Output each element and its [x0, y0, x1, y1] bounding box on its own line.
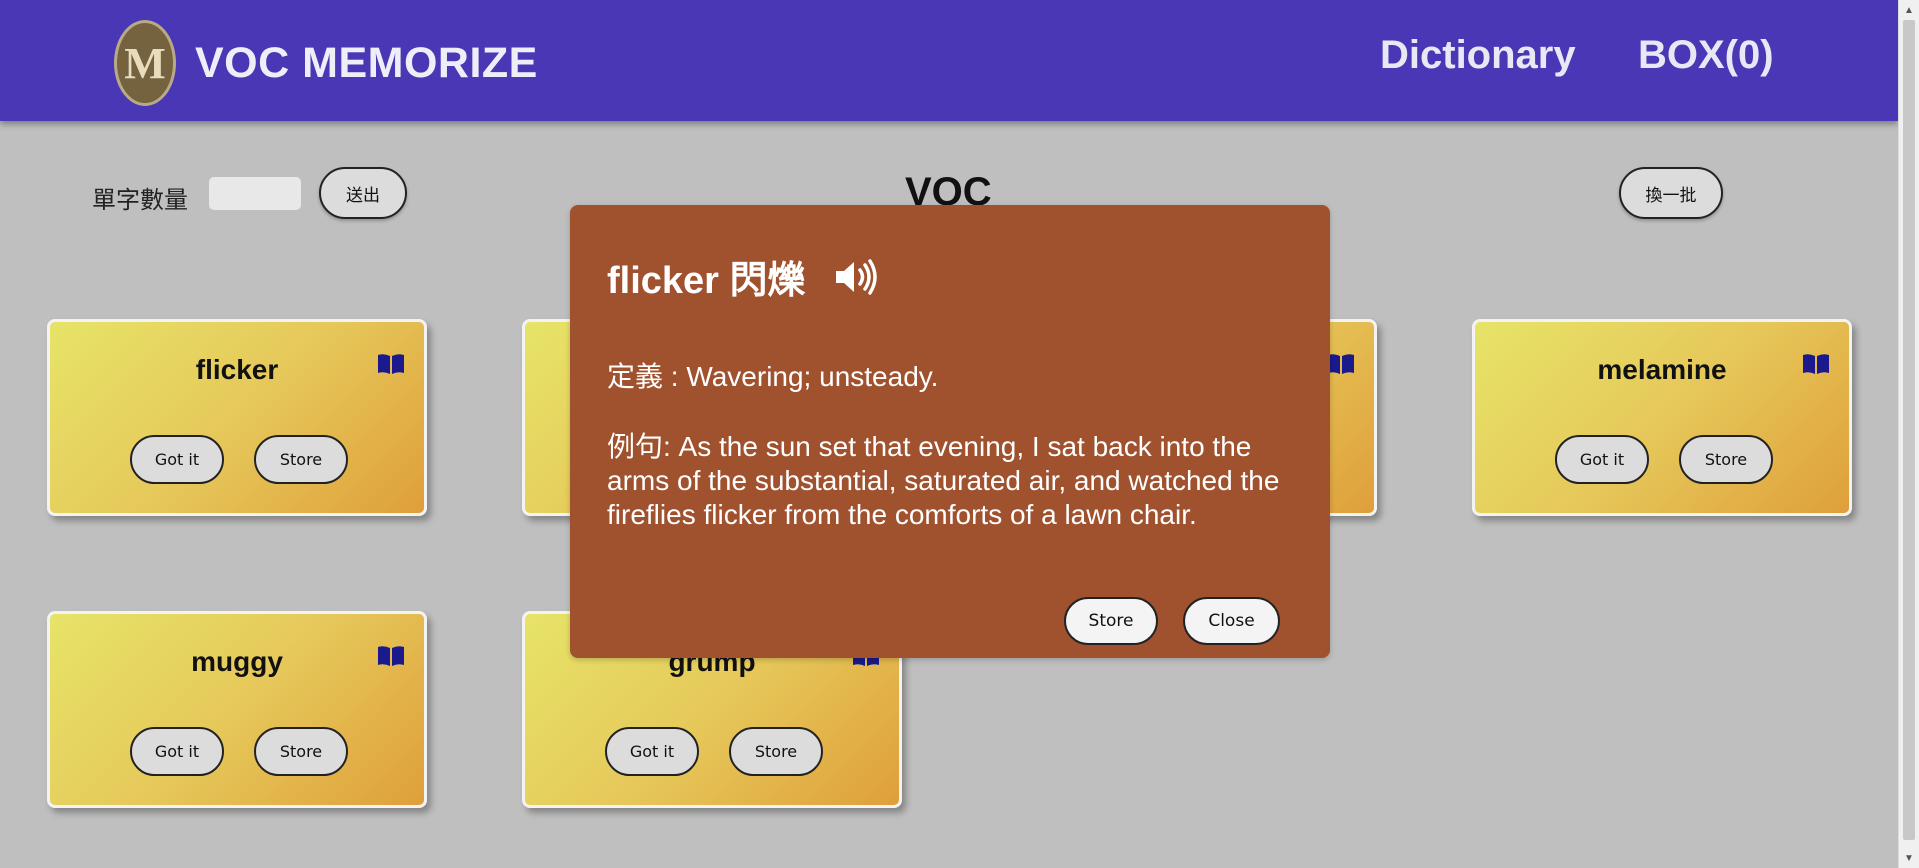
- scroll-up-arrow-icon[interactable]: ▲: [1899, 0, 1919, 20]
- modal-title: flicker 閃爍: [607, 260, 806, 302]
- nav-box-link[interactable]: BOX(0): [1638, 33, 1774, 78]
- card-word: muggy: [191, 646, 283, 677]
- store-button[interactable]: Store: [729, 727, 823, 776]
- modal-title-row: flicker 閃爍: [607, 249, 880, 304]
- vertical-scrollbar[interactable]: ▲ ▼: [1898, 0, 1919, 868]
- modal-definition: 定義 : Wavering; unsteady.: [607, 361, 939, 392]
- speaker-icon[interactable]: [832, 257, 880, 297]
- logo-letter: M: [124, 38, 166, 88]
- nav-dictionary-link[interactable]: Dictionary: [1380, 33, 1576, 78]
- card-word: flicker: [195, 354, 279, 385]
- word-count-input[interactable]: [209, 177, 301, 210]
- got-it-button[interactable]: Got it: [1555, 435, 1649, 484]
- book-icon[interactable]: [1326, 352, 1356, 376]
- got-it-button[interactable]: Got it: [130, 727, 224, 776]
- top-navbar: M VOC MEMORIZE Dictionary BOX(0): [0, 0, 1898, 121]
- got-it-button[interactable]: Got it: [605, 727, 699, 776]
- store-button[interactable]: Store: [1679, 435, 1773, 484]
- word-card: melamine Got it Store: [1472, 319, 1852, 516]
- book-icon[interactable]: [376, 352, 406, 376]
- brand-title[interactable]: VOC MEMORIZE: [195, 39, 538, 88]
- word-detail-modal: flicker 閃爍 定義 : Wavering; unsteady. 例句: …: [570, 205, 1330, 658]
- modal-close-button[interactable]: Close: [1183, 597, 1280, 645]
- submit-button[interactable]: 送出: [319, 167, 407, 219]
- book-icon[interactable]: [1801, 352, 1831, 376]
- store-button[interactable]: Store: [254, 727, 348, 776]
- got-it-button[interactable]: Got it: [130, 435, 224, 484]
- book-icon[interactable]: [376, 644, 406, 668]
- word-count-label: 單字數量: [92, 187, 188, 214]
- refresh-batch-button[interactable]: 換一批: [1619, 167, 1723, 219]
- logo[interactable]: M: [114, 20, 176, 106]
- scroll-thumb[interactable]: [1903, 20, 1915, 840]
- store-button[interactable]: Store: [254, 435, 348, 484]
- scroll-down-arrow-icon[interactable]: ▼: [1899, 848, 1919, 868]
- word-card: flicker Got it Store: [47, 319, 427, 516]
- modal-store-button[interactable]: Store: [1064, 597, 1158, 645]
- modal-example-sentence: 例句: As the sun set that evening, I sat b…: [607, 431, 1280, 530]
- word-card: muggy Got it Store: [47, 611, 427, 808]
- card-word: melamine: [1597, 354, 1727, 385]
